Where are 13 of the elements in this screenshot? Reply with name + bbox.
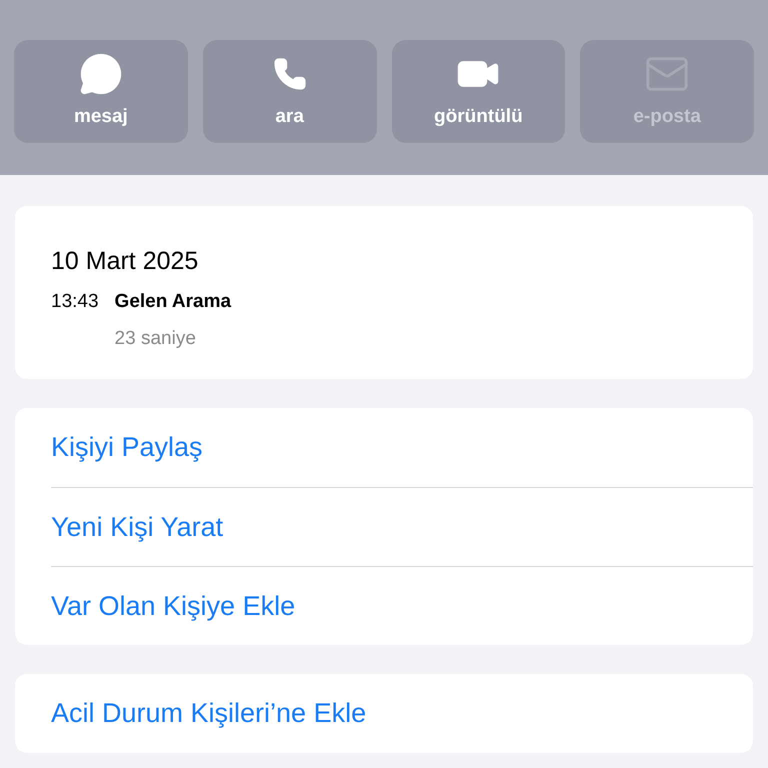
contact-action-link[interactable]: Yeni Kişi Yarat	[51, 506, 224, 548]
call-duration: 23 saniye	[114, 326, 197, 350]
action-button[interactable]: ara	[202, 40, 376, 143]
speech-bubble-icon	[78, 52, 123, 96]
action-button[interactable]: görüntülü	[392, 40, 566, 143]
action-button[interactable]: mesaj	[14, 40, 188, 143]
call-time: 13:43	[51, 290, 99, 314]
emergency-contact-link[interactable]: Acil Durum Kişileri’ne Ekle	[51, 693, 366, 734]
contact-action-link[interactable]: Var Olan Kişiye Ekle	[51, 586, 296, 626]
call-type: Gelen Arama	[114, 290, 232, 314]
phone-icon	[272, 57, 307, 92]
call-date: 10 Mart 2025	[51, 246, 200, 276]
contact-action-link[interactable]: Kişiyi Paylaş	[51, 427, 203, 468]
